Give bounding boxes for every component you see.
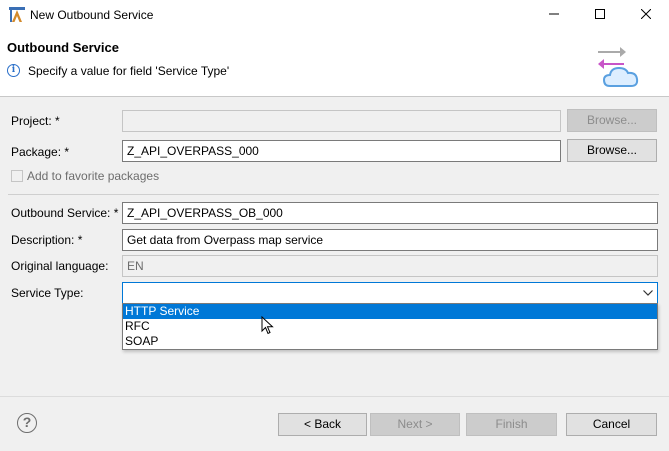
form-divider	[8, 194, 659, 195]
abap-wizard-icon	[9, 7, 25, 23]
window-title: New Outbound Service	[30, 8, 154, 22]
original-language-label: Original language:	[11, 259, 109, 273]
maximize-button[interactable]	[577, 0, 623, 30]
favorite-label: Add to favorite packages	[27, 169, 160, 183]
maximize-icon	[595, 8, 605, 22]
package-label: Package: *	[11, 145, 70, 159]
footer-divider	[0, 396, 669, 397]
outbound-service-cloud-icon	[594, 42, 646, 92]
next-button[interactable]: Next >	[370, 413, 460, 436]
header-message: Specify a value for field 'Service Type'	[28, 64, 230, 78]
back-button[interactable]: < Back	[278, 413, 367, 436]
project-label: Project: *	[11, 114, 60, 128]
original-language-field: EN	[122, 255, 658, 277]
finish-button[interactable]: Finish	[466, 413, 557, 436]
title-bar: New Outbound Service	[0, 0, 669, 30]
help-icon[interactable]: ?	[17, 413, 37, 433]
service-type-select[interactable]	[122, 282, 658, 304]
minimize-button[interactable]	[531, 0, 577, 30]
package-browse-button[interactable]: Browse...	[567, 139, 657, 162]
info-icon: i	[7, 64, 20, 77]
page-title: Outbound Service	[7, 40, 119, 55]
wizard-header: Outbound Service i Specify a value for f…	[0, 30, 669, 97]
package-field[interactable]: Z_API_OVERPASS_000	[122, 140, 561, 162]
chevron-down-icon[interactable]	[640, 284, 656, 302]
project-browse-button[interactable]: Browse...	[567, 109, 657, 132]
description-label: Description: *	[11, 233, 83, 247]
outbound-service-label: Outbound Service: *	[11, 206, 119, 220]
favorite-checkbox[interactable]	[11, 170, 23, 182]
cancel-button[interactable]: Cancel	[566, 413, 657, 436]
close-icon	[640, 8, 652, 22]
project-field[interactable]	[122, 110, 561, 132]
option-http-service[interactable]: HTTP Service	[123, 304, 657, 319]
option-soap[interactable]: SOAP	[123, 334, 657, 349]
mouse-cursor-icon	[261, 315, 275, 336]
outbound-service-field[interactable]: Z_API_OVERPASS_OB_000	[122, 202, 658, 224]
close-button[interactable]	[623, 0, 669, 30]
service-type-label: Service Type:	[11, 286, 84, 300]
description-field[interactable]: Get data from Overpass map service	[122, 229, 658, 251]
minimize-icon	[549, 8, 559, 22]
option-rfc[interactable]: RFC	[123, 319, 657, 334]
service-type-dropdown: HTTP Service RFC SOAP	[122, 303, 658, 350]
